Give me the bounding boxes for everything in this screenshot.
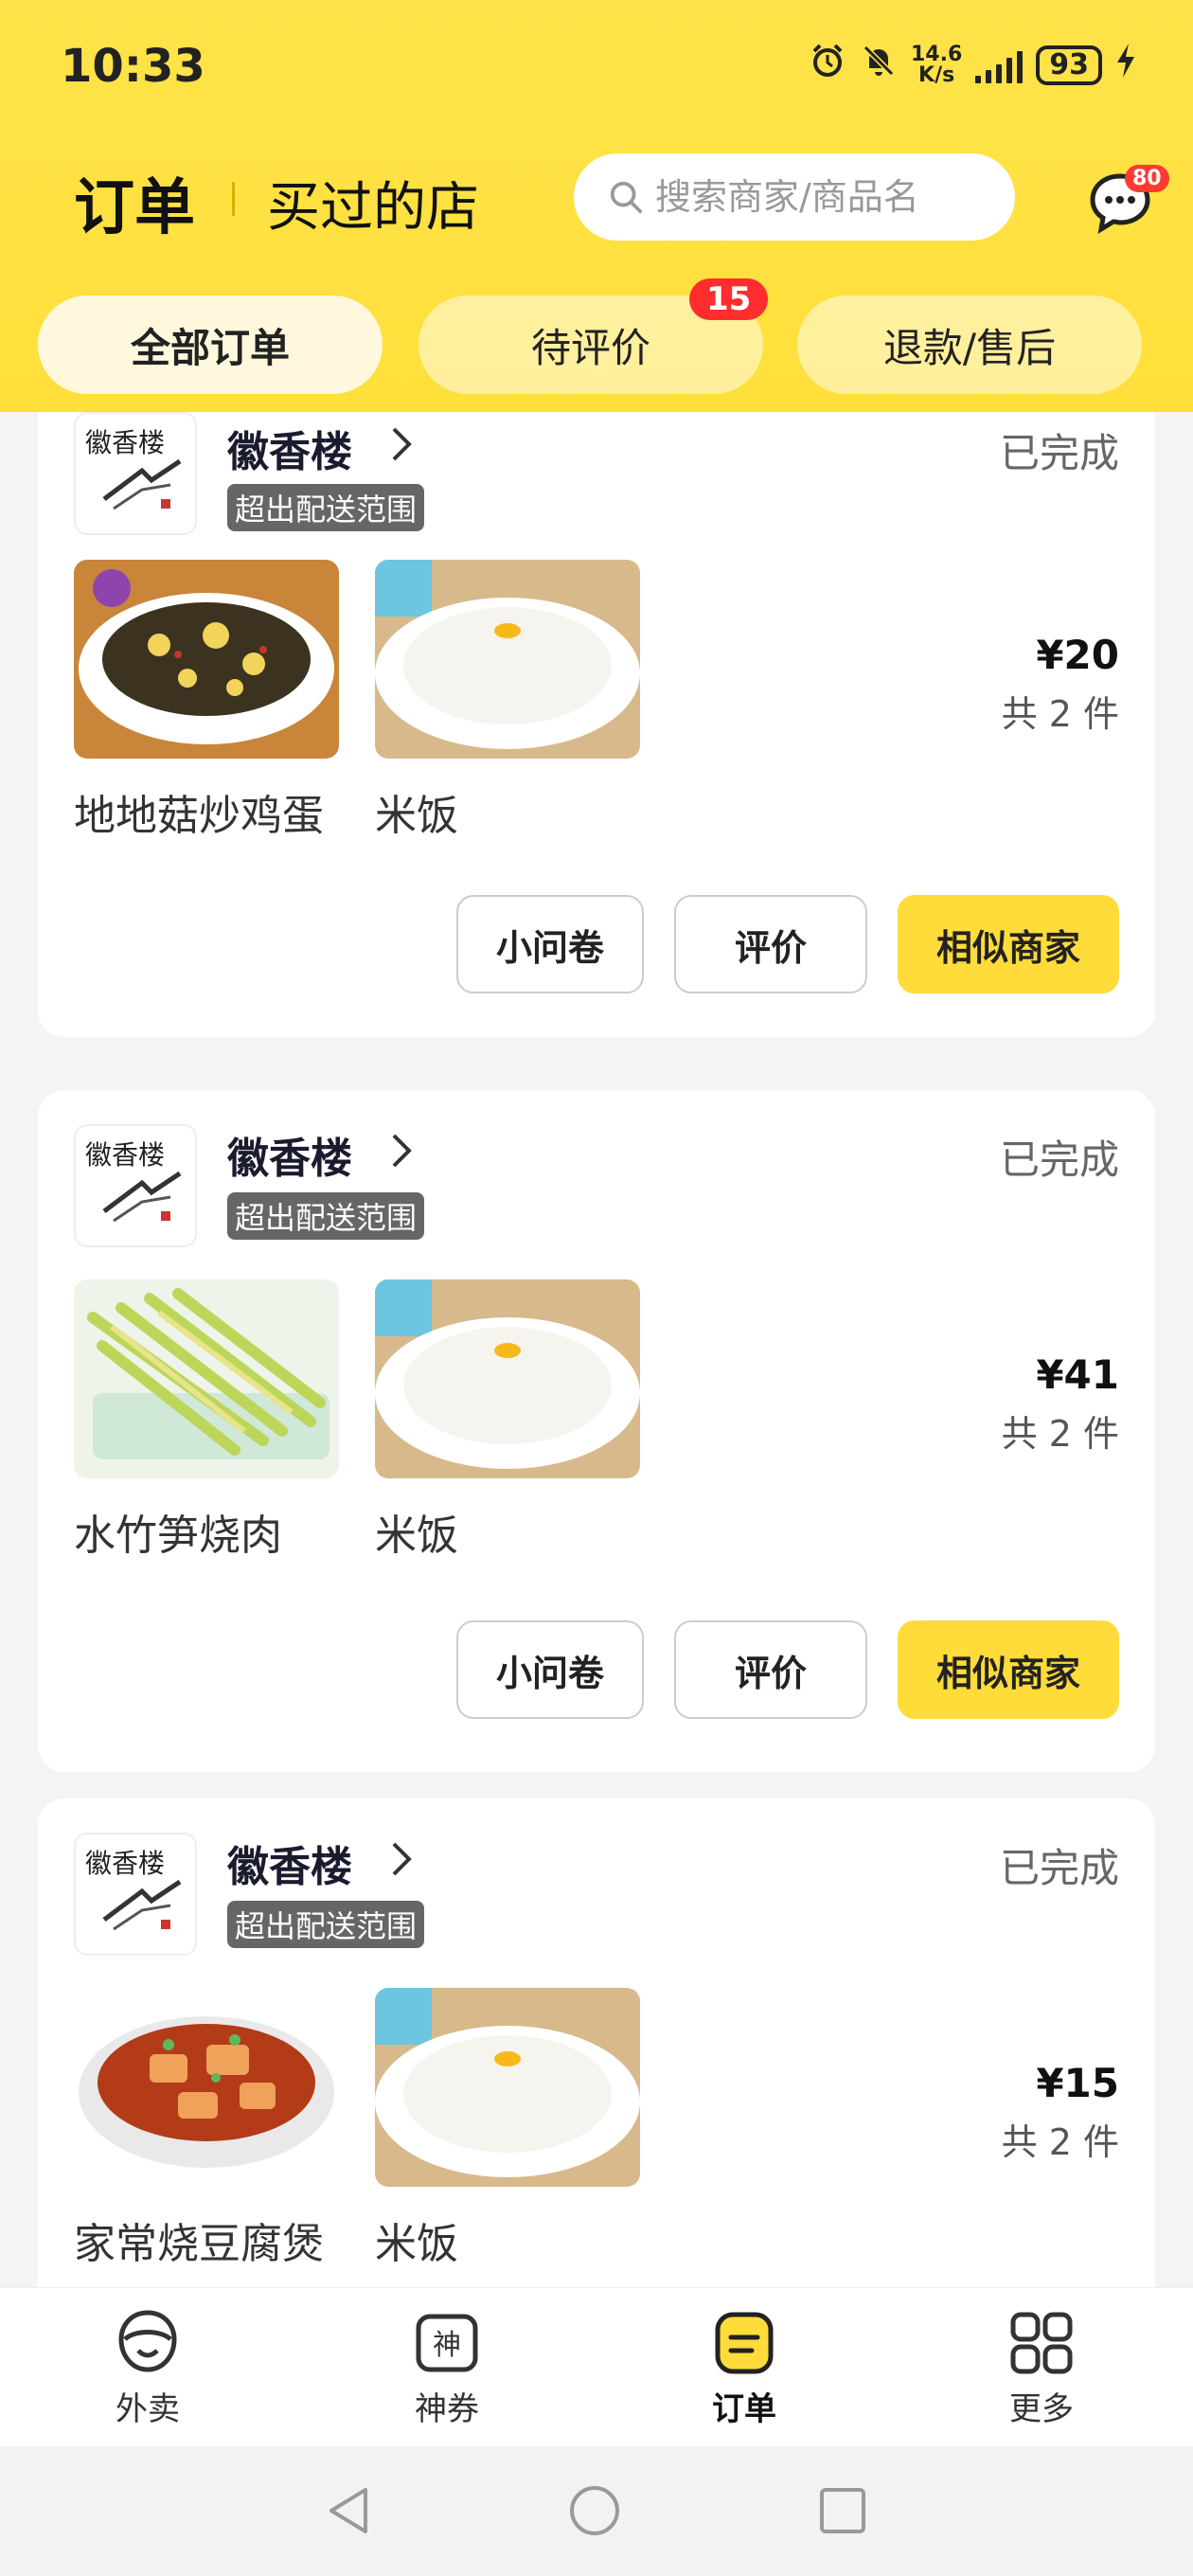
search-input[interactable] [655,176,1015,218]
order-status: 已完成 [999,1845,1119,1891]
tab-all-orders[interactable]: 全部订单 [38,295,383,394]
title-divider [232,182,235,216]
out-of-range-tag: 超出配送范围 [227,1192,425,1240]
chevron-right-icon [392,1842,412,1876]
purchased-shops-tab[interactable]: 买过的店 [267,165,479,242]
takeout-icon [118,2310,177,2372]
grid-icon [1010,2312,1073,2374]
status-bar: 10:33 14.6 K/s 93 [0,0,1193,133]
food-image [375,560,640,759]
out-of-range-tag: 超出配送范围 [227,1901,425,1948]
status-time: 10:33 [61,40,205,93]
mute-bell-icon [860,42,898,89]
shop-logo[interactable]: 徽香楼 [74,412,197,535]
page-title: 订单 [74,173,195,243]
message-badge: 80 [1125,165,1169,192]
food-name: 米饭 [375,1512,458,1560]
food-name: 水竹笋烧肉 [74,1512,282,1560]
nav-label: 订单 [712,2390,776,2428]
shop-name[interactable]: 徽香楼 [227,1124,352,1185]
nav-label: 更多 [1009,2390,1074,2428]
signal-icon [975,47,1024,83]
food-name: 米饭 [375,792,458,840]
chevron-right-icon [392,427,412,461]
svg-text:徽香楼: 徽香楼 [85,1139,165,1171]
order-status: 已完成 [999,1136,1119,1183]
survey-button[interactable]: 小问卷 [456,1620,644,1719]
pending-review-badge: 15 [689,278,769,320]
header: 10:33 14.6 K/s 93 订单 买过的店 搜索商家/商品名 80 全部… [0,0,1193,412]
out-of-range-tag: 超出配送范围 [227,484,425,531]
food-image [375,1279,640,1478]
order-card[interactable]: 徽香楼 徽香楼 超出配送范围 已完成 家常烧豆腐煲 米饭 ¥15 共 2 件 [38,1798,1155,2287]
shop-logo[interactable]: 徽香楼 [74,1833,197,1956]
tab-refund[interactable]: 退款/售后 [797,295,1142,394]
net-speed-unit: K/s [918,63,955,87]
orders-icon [715,2312,774,2374]
food-name: 地地菇炒鸡蛋 [74,792,324,840]
nav-orders[interactable]: 订单 [678,2307,810,2429]
nav-coupon[interactable]: 神 神券 [381,2307,513,2429]
order-price: ¥20 [1036,632,1119,678]
order-tabs: 全部订单 待评价 退款/售后 [0,295,1193,396]
item-count: 共 2 件 [1001,2121,1119,2163]
status-icons: 14.6 K/s 93 [809,42,1136,89]
system-nav-bar [0,2446,1193,2576]
food-image [74,1988,339,2187]
net-speed: 14.6 K/s [911,45,962,86]
home-icon[interactable] [568,2484,621,2537]
food-name: 家常烧豆腐煲 [74,2220,324,2268]
back-icon[interactable] [324,2484,371,2537]
svg-text:徽香楼: 徽香楼 [85,427,165,458]
svg-text:神: 神 [433,2329,461,2362]
order-status: 已完成 [999,430,1119,476]
battery-indicator: 93 [1036,45,1102,85]
item-count: 共 2 件 [1001,1413,1119,1455]
nav-label: 神券 [415,2390,479,2428]
order-card[interactable]: 徽香楼 徽香楼 超出配送范围 已完成 地地菇炒鸡蛋 米饭 ¥20 共 2 件 小… [38,412,1155,1037]
chevron-right-icon [392,1134,412,1168]
svg-text:徽香楼: 徽香楼 [85,1848,165,1879]
order-card[interactable]: 徽香楼 徽香楼 超出配送范围 已完成 水竹笋烧肉 米饭 ¥41 共 2 件 小问… [38,1090,1155,1772]
alarm-icon [809,42,846,89]
similar-shops-button[interactable]: 相似商家 [898,1620,1119,1719]
search-bar[interactable] [574,153,1015,241]
survey-button[interactable]: 小问卷 [456,895,644,993]
shop-name[interactable]: 徽香楼 [227,418,352,478]
bottom-nav: 外卖 神 神券 订单 更多 [0,2287,1193,2446]
food-image [74,560,339,759]
charging-icon [1115,42,1136,89]
coupon-icon: 神 [416,2314,478,2372]
shop-name[interactable]: 徽香楼 [227,1833,352,1893]
recents-icon[interactable] [818,2486,867,2535]
nav-label: 外卖 [116,2390,180,2428]
similar-shops-button[interactable]: 相似商家 [898,895,1119,993]
item-count: 共 2 件 [1001,693,1119,735]
review-button[interactable]: 评价 [674,895,867,993]
search-icon [610,181,643,214]
order-list[interactable]: 徽香楼 徽香楼 超出配送范围 已完成 地地菇炒鸡蛋 米饭 ¥20 共 2 件 小… [0,412,1193,2287]
battery-level: 93 [1049,48,1089,81]
title-row: 订单 买过的店 [0,152,1193,246]
food-name: 米饭 [375,2220,458,2268]
food-image [74,1279,339,1478]
nav-takeout[interactable]: 外卖 [81,2307,214,2429]
review-button[interactable]: 评价 [674,1620,867,1719]
order-price: ¥41 [1036,1351,1119,1398]
nav-more[interactable]: 更多 [975,2307,1108,2429]
order-price: ¥15 [1036,2060,1119,2106]
shop-logo[interactable]: 徽香楼 [74,1124,197,1247]
food-image [375,1988,640,2187]
